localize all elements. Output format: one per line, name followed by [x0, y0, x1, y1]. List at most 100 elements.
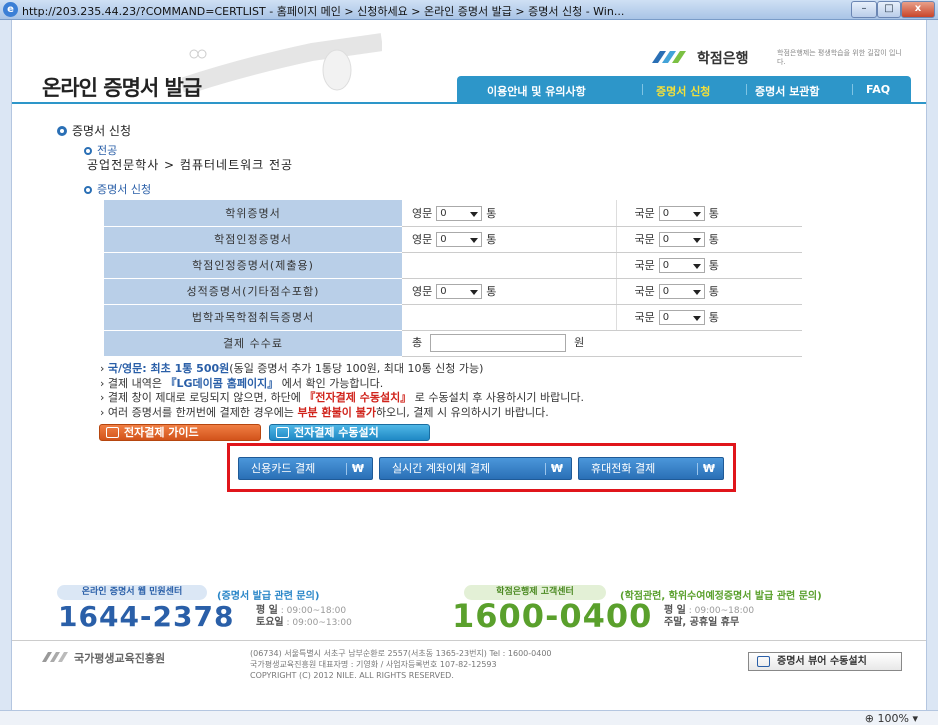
maximize-button[interactable]: □	[877, 1, 901, 18]
nav-item-certificate-apply[interactable]: 증명서 신청	[656, 83, 710, 99]
eng-label: 영문	[412, 284, 433, 298]
major-path: 공업전문학사 > 컴퓨터네트워크 전공	[87, 158, 294, 172]
web-support-phone: 1644-2378	[58, 600, 235, 633]
select-value: 0	[662, 208, 670, 219]
unit-label: 통	[708, 258, 719, 272]
button-label: 전자결제 가이드	[124, 426, 199, 439]
unit-label: 통	[708, 206, 719, 220]
notice-text: 로 수동설치 후 사용하시기 바랍니다.	[411, 391, 584, 404]
window-title: http://203.235.44.23/?COMMAND=CERTLIST -…	[22, 5, 625, 18]
eng-cell: 영문 0 통	[402, 278, 616, 305]
bullet-icon	[57, 126, 67, 136]
kor-count-select[interactable]: 0	[658, 284, 705, 300]
divider	[697, 463, 698, 475]
kor-count-select[interactable]: 0	[658, 206, 705, 221]
table-row: 성적증명서(기타점수포함) 영문 0 통 국문 0 통	[104, 278, 802, 305]
minimize-button[interactable]: –	[851, 1, 877, 18]
chevron-down-icon	[470, 290, 479, 296]
kor-count-select[interactable]: 0	[658, 258, 705, 274]
install-icon	[276, 427, 289, 438]
cert-name: 성적증명서(기타점수포함)	[104, 278, 402, 305]
kor-cell: 국문 0 통	[615, 252, 802, 279]
section-title: 증명서 신청	[57, 122, 131, 139]
nav-item-certificate-storage[interactable]: 증명서 보관함	[755, 83, 820, 99]
eng-count-select[interactable]: 0	[436, 284, 483, 300]
window-frame-left	[0, 20, 12, 710]
eng-label: 영문	[412, 206, 433, 220]
select-value: 0	[662, 234, 670, 246]
button-label: 증명서 뷰어 수동설치	[777, 656, 867, 667]
web-support-badge: 온라인 증명서 웹 민원센터	[57, 585, 207, 600]
notice-text: 에서 확인 가능합니다.	[278, 376, 384, 390]
fee-total-field[interactable]	[430, 334, 567, 352]
kor-cell: 국문 0 통	[615, 200, 802, 227]
notice-text: 결제 창이 제대로 로딩되지 않으면, 하단에	[107, 391, 305, 404]
org-logo-icon	[42, 652, 68, 662]
cb-support-hours: 평 일 : 09:00~18:00 주말, 공휴일 휴무	[664, 605, 754, 629]
bank-transfer-pay-button[interactable]: 실시간 계좌이체 결제 ₩	[379, 457, 572, 480]
page-content: 온라인 증명서 발급 학점은행 학점은행제는 평생학습을 위한 길잡이 입니다.…	[12, 20, 926, 710]
logo-name: 학점은행	[697, 51, 749, 67]
footer-divider	[12, 640, 926, 641]
fee-prefix: 총	[412, 336, 423, 349]
nav-item-faq[interactable]: FAQ	[866, 83, 890, 96]
cb-support-phone: 1600-0400	[452, 597, 653, 635]
cert-name: 학점인정증명서(제출용)	[104, 252, 402, 279]
kor-cell: 국문 0 통	[615, 226, 802, 253]
payment-install-button[interactable]: 전자결제 수동설치	[269, 424, 430, 441]
button-label: 휴대전화 결제	[591, 462, 656, 475]
chevron-down-icon	[470, 212, 479, 217]
mouse-decoration-icon	[182, 33, 382, 92]
eng-count-select[interactable]: 0	[436, 232, 483, 248]
chevron-down-icon	[692, 316, 701, 322]
logo-subtitle: 학점은행제는 평생학습을 위한 길잡이 입니다.	[777, 49, 902, 66]
table-row: 학점인정증명서(제출용) 국문 0 통	[104, 252, 802, 279]
kor-count-select[interactable]: 0	[658, 310, 705, 326]
kor-label: 국문	[634, 258, 655, 272]
close-button[interactable]: x	[901, 1, 935, 18]
holiday-text: 주말, 공휴일 휴무	[664, 617, 740, 628]
won-icon: ₩	[351, 462, 364, 475]
notice-text: 결제 내역은	[107, 376, 166, 390]
lg-dacom-link[interactable]: 『LG데이콤 홈페이지』	[166, 377, 279, 390]
notice-highlight: 부분 환불이 불가	[297, 405, 376, 419]
viewer-icon	[757, 656, 770, 667]
viewer-install-button[interactable]: 증명서 뷰어 수동설치	[748, 652, 902, 671]
nav-separator	[642, 84, 643, 95]
eng-cell-empty	[402, 252, 616, 279]
unit-label: 통	[486, 206, 497, 220]
kor-cell: 국문 0 통	[615, 278, 802, 305]
copyright: COPYRIGHT (C) 2012 NILE. ALL RIGHTS RESE…	[250, 671, 454, 680]
table-row: 법학과목학점취득증명서 국문 0 통	[104, 304, 802, 331]
button-label: 전자결제 수동설치	[294, 426, 379, 439]
logo: 학점은행 학점은행제는 평생학습을 위한 길잡이 입니다.	[652, 48, 902, 68]
address-line: (06734) 서울특별시 서초구 남부순환로 2557(서초동 1365-23…	[250, 649, 552, 658]
payment-guide-button[interactable]: 전자결제 가이드	[99, 424, 261, 441]
chevron-down-icon	[470, 238, 479, 244]
cert-name: 법학과목학점취득증명서	[104, 304, 402, 331]
footer-address: (06734) 서울특별시 서초구 남부순환로 2557(서초동 1365-23…	[250, 648, 552, 681]
apply-label: 증명서 신청	[97, 183, 152, 196]
ie-icon: e	[3, 2, 18, 17]
window-titlebar: e http://203.235.44.23/?COMMAND=CERTLIST…	[0, 0, 938, 20]
page-header-title: 온라인 증명서 발급	[42, 76, 202, 100]
divider	[346, 463, 347, 475]
eng-count-select[interactable]: 0	[436, 206, 483, 221]
kor-cell: 국문 0 통	[615, 304, 802, 331]
credit-card-pay-button[interactable]: 신용카드 결제 ₩	[238, 457, 373, 480]
bullet-icon	[84, 147, 92, 155]
zoom-level: 100%	[877, 712, 909, 725]
logo-mark-icon	[652, 51, 686, 63]
eng-cell: 영문 0 통	[402, 226, 616, 253]
kor-count-select[interactable]: 0	[658, 232, 705, 248]
nav-item-guide[interactable]: 이용안내 및 유의사항	[487, 83, 586, 99]
select-value: 0	[662, 260, 670, 272]
won-icon: ₩	[550, 462, 563, 475]
mobile-phone-pay-button[interactable]: 휴대전화 결제 ₩	[578, 457, 724, 480]
kor-label: 국문	[634, 232, 655, 246]
status-bar: ⊕ 100% ▾	[0, 710, 938, 725]
fee-suffix: 원	[574, 336, 585, 349]
chevron-down-icon	[692, 264, 701, 270]
button-label: 실시간 계좌이체 결제	[392, 462, 491, 475]
zoom-control[interactable]: ⊕ 100% ▾	[865, 712, 918, 725]
